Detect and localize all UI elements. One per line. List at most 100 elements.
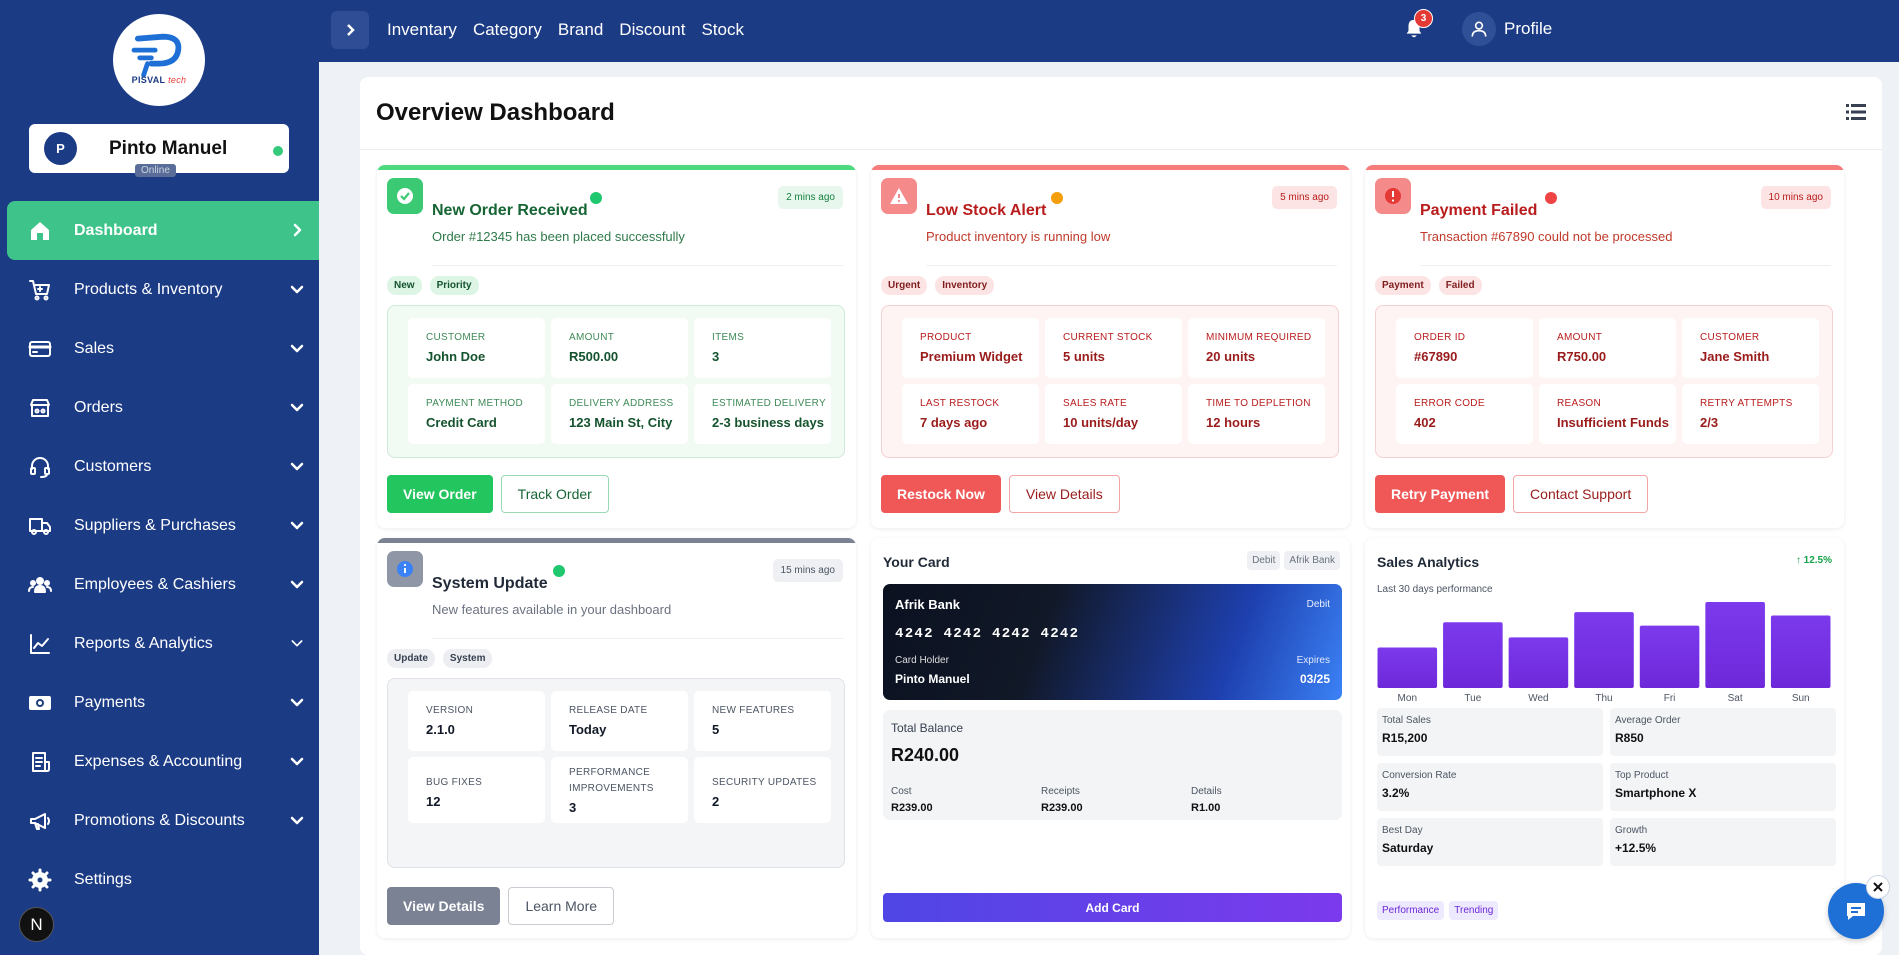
detail-cell: ESTIMATED DELIVERY 2-3 business days bbox=[694, 384, 831, 444]
sidebar-item-suppliers-purchases[interactable]: Suppliers & Purchases bbox=[0, 496, 319, 555]
page-title: Overview Dashboard bbox=[376, 99, 615, 126]
sidebar-item-promotions-discounts[interactable]: Promotions & Discounts bbox=[0, 791, 319, 850]
payment-failed-card: Payment Failed 10 mins ago Transaction #… bbox=[1365, 165, 1844, 528]
nav-link-brand[interactable]: Brand bbox=[558, 20, 603, 40]
sidebar-item-dashboard[interactable]: Dashboard bbox=[7, 201, 319, 260]
chevron-down-icon bbox=[289, 576, 305, 592]
bank-card[interactable]: Afrik Bank Debit 4242 4242 4242 4242 Car… bbox=[883, 584, 1342, 700]
add-card-button[interactable]: Add Card bbox=[883, 893, 1342, 922]
detail-cell: REASON Insufficient Funds bbox=[1539, 384, 1676, 444]
sidebar-item-products-inventory[interactable]: Products & Inventory bbox=[0, 260, 319, 319]
balance-label: Total Balance bbox=[891, 721, 964, 735]
contact-support-button[interactable]: Contact Support bbox=[1513, 475, 1649, 513]
detail-label: REASON bbox=[1557, 398, 1602, 409]
chevron-right-icon bbox=[347, 24, 355, 36]
tag-list: Performance Trending bbox=[1377, 901, 1499, 920]
chart-tick-label: Sat bbox=[1728, 693, 1743, 704]
stat-value: 3.2% bbox=[1382, 786, 1410, 800]
detail-cell: AMOUNT R500.00 bbox=[551, 318, 688, 378]
main-content: Overview Dashboard New Order Received 2 … bbox=[360, 77, 1882, 955]
stat-label: Best Day bbox=[1382, 825, 1423, 836]
stat-label: Top Product bbox=[1615, 770, 1669, 781]
chart-bar-thu[interactable] bbox=[1574, 612, 1634, 688]
detail-cell: CURRENT STOCK 5 units bbox=[1045, 318, 1182, 378]
balance-value: R240.00 bbox=[891, 745, 960, 765]
detail-value: R500.00 bbox=[569, 349, 619, 364]
chart-bar-sun[interactable] bbox=[1770, 615, 1831, 688]
chart-bar-mon[interactable] bbox=[1377, 647, 1438, 688]
bank-name: Afrik Bank bbox=[895, 597, 961, 612]
detail-value: 12 bbox=[426, 794, 441, 809]
holder-label: Card Holder bbox=[895, 655, 949, 666]
detail-value: 2/3 bbox=[1700, 415, 1719, 430]
nav-link-discount[interactable]: Discount bbox=[619, 20, 685, 40]
sidebar-item-sales[interactable]: Sales bbox=[0, 319, 319, 378]
chart-bar-sat[interactable] bbox=[1705, 602, 1765, 688]
tag: Debit bbox=[1247, 551, 1281, 570]
nav-link-inventary[interactable]: Inventary bbox=[387, 20, 457, 40]
timestamp-badge: 15 mins ago bbox=[772, 559, 843, 582]
sidebar-item-customers[interactable]: Customers bbox=[0, 437, 319, 496]
detail-label: BUG FIXES bbox=[426, 777, 483, 788]
chart-bar-wed[interactable] bbox=[1508, 637, 1569, 688]
sidebar-item-orders[interactable]: Orders bbox=[0, 378, 319, 437]
detail-label: CUSTOMER bbox=[426, 332, 486, 343]
list-view-icon[interactable] bbox=[1846, 103, 1866, 121]
balance-col-value: R239.00 bbox=[1041, 802, 1083, 814]
profile-menu[interactable]: Profile bbox=[1462, 12, 1552, 46]
detail-cell: TIME TO DEPLETION 12 hours bbox=[1188, 384, 1325, 444]
sidebar-item-settings[interactable]: Settings bbox=[0, 850, 319, 909]
track-order-button[interactable]: Track Order bbox=[500, 475, 609, 513]
tag: Priority bbox=[429, 276, 479, 295]
sidebar-toggle-button[interactable] bbox=[331, 11, 369, 49]
learn-more-button[interactable]: Learn More bbox=[508, 887, 615, 925]
detail-value: 402 bbox=[1414, 415, 1436, 430]
user-name: Pinto Manuel bbox=[109, 137, 228, 159]
sidebar-item-label: Expenses & Accounting bbox=[74, 752, 243, 770]
chevron-down-icon bbox=[289, 753, 305, 769]
tag-list: Payment Failed bbox=[1375, 276, 1482, 295]
stat-cell: Conversion Rate 3.2% bbox=[1377, 763, 1603, 811]
card-subtitle: Product inventory is running low bbox=[926, 229, 1111, 244]
detail-cell: CUSTOMER Jane Smith bbox=[1682, 318, 1819, 378]
card-subtitle: Last 30 days performance bbox=[1377, 584, 1493, 595]
detail-value: Premium Widget bbox=[920, 349, 1023, 364]
sales-analytics-panel: Sales Analytics ↑ 12.5% Last 30 days per… bbox=[1365, 538, 1844, 938]
stat-label: Conversion Rate bbox=[1382, 770, 1457, 781]
status-dot bbox=[1545, 192, 1557, 204]
view-details-button[interactable]: View Details bbox=[387, 887, 501, 925]
view-details-button[interactable]: View Details bbox=[1008, 475, 1120, 513]
retry-payment-button[interactable]: Retry Payment bbox=[1375, 475, 1506, 513]
chevron-down-icon bbox=[289, 517, 305, 533]
sidebar-item-reports-analytics[interactable]: Reports & Analytics bbox=[0, 614, 319, 673]
sidebar-item-expenses-accounting[interactable]: Expenses & Accounting bbox=[0, 732, 319, 791]
chart-bar-fri[interactable] bbox=[1639, 625, 1700, 688]
detail-value: 5 bbox=[712, 722, 720, 737]
stats-grid: Total Sales R15,200 Average Order R850 Con… bbox=[1377, 708, 1836, 866]
topbar: Inventary Category Brand Discount Stock bbox=[319, 0, 1899, 62]
user-status: Online bbox=[135, 164, 176, 177]
gear-icon bbox=[27, 867, 53, 893]
detail-label: RETRY ATTEMPTS bbox=[1700, 398, 1793, 409]
detail-label: DELIVERY ADDRESS bbox=[569, 398, 674, 409]
balance-col-label: Receipts bbox=[1041, 786, 1080, 797]
sidebar-item-employees-cashiers[interactable]: Employees & Cashiers bbox=[0, 555, 319, 614]
nav-link-category[interactable]: Category bbox=[473, 20, 542, 40]
close-chat-button[interactable] bbox=[1866, 875, 1890, 899]
nav-link-stock[interactable]: Stock bbox=[701, 20, 744, 40]
stat-value: R15,200 bbox=[1382, 731, 1428, 745]
framework-badge[interactable]: N bbox=[19, 907, 54, 942]
chart-bar-tue[interactable] bbox=[1443, 622, 1503, 688]
chart-tick-label: Wed bbox=[1528, 693, 1548, 704]
chart-tick-label: Tue bbox=[1464, 693, 1481, 704]
stat-value: +12.5% bbox=[1615, 841, 1657, 855]
restock-now-button[interactable]: Restock Now bbox=[881, 475, 1001, 513]
detail-value: 2 bbox=[712, 794, 720, 809]
sidebar-item-payments[interactable]: Payments bbox=[0, 673, 319, 732]
brand-logo[interactable]: PISVAL tech bbox=[113, 14, 205, 106]
chevron-down-icon bbox=[289, 458, 305, 474]
timestamp-badge: 10 mins ago bbox=[1760, 186, 1831, 209]
sidebar-item-label: Promotions & Discounts bbox=[74, 811, 245, 829]
view-order-button[interactable]: View Order bbox=[387, 475, 493, 513]
details-grid: ORDER ID #67890 AMOUNT R750.00 CUSTOMER Jan… bbox=[1375, 305, 1833, 458]
